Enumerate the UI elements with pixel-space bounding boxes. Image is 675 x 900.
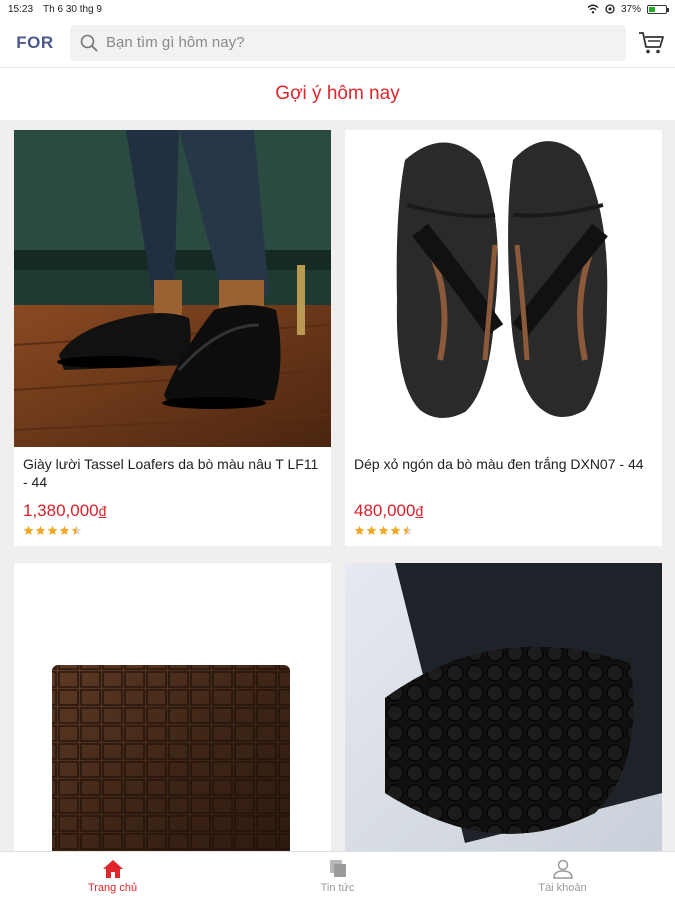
product-image-shoes[interactable] [14,130,331,447]
nav-item-home[interactable]: Trang chủ [0,852,225,900]
user-icon [552,859,573,879]
product-name: Dép xỏ ngón da bò màu đen trắng DXN07 - … [354,456,644,472]
status-bar: 15:23 Th 6 30 thg 9 37% [0,0,675,18]
section-title: Gợi ý hôm nay [0,68,675,120]
nav-label-account: Tài khoản [538,881,587,894]
star-icon [390,525,401,535]
product-card[interactable]: Dép xỏ ngón da bò màu đen trắng DXN07 - … [345,130,662,546]
nav-label-news: Tin tức [320,881,355,894]
star-icon [366,525,377,535]
product-grid: Giày lười Tassel Loafers da bò màu nâu T… [0,120,675,851]
cart-icon [638,31,664,53]
data-saver-icon [605,4,615,14]
star-icon [402,525,413,535]
nav-label-home: Trang chủ [87,881,138,894]
bottom-nav: Trang chủ Tin tức Tài khoản [0,851,675,900]
product-image-black-wallet[interactable] [345,563,662,851]
star-rating [23,525,322,536]
nav-item-news[interactable]: Tin tức [225,852,450,900]
battery-percent: 37% [620,3,641,15]
star-icon [71,525,82,535]
status-time: 15:23 [8,3,34,15]
nav-item-account[interactable]: Tài khoản [450,852,675,900]
app-header: FOR Bạn tìm gì hôm nay? [0,18,675,68]
star-icon [59,525,70,535]
status-date: Th 6 30 thg 9 [43,3,102,15]
star-icon [47,525,58,535]
search-placeholder: Bạn tìm gì hôm nay? [106,34,245,51]
product-price: 480,000đ [354,501,424,520]
star-icon [354,525,365,535]
product-card[interactable] [345,563,662,851]
star-icon [378,525,389,535]
news-icon [329,859,346,877]
brand-logo[interactable]: FOR [0,33,70,53]
product-image-brown-wallet[interactable] [14,563,331,851]
star-icon [23,525,34,535]
product-card[interactable] [14,563,331,851]
star-rating [354,525,653,536]
cart-button[interactable] [626,31,675,55]
wifi-icon [587,4,599,14]
product-image-flipflops[interactable] [345,130,662,447]
product-name: Giày lười Tassel Loafers da bò màu nâu T… [23,456,319,490]
home-icon [102,859,123,878]
battery-icon [647,4,669,14]
star-icon [35,525,46,535]
search-icon [80,34,98,51]
search-input[interactable]: Bạn tìm gì hôm nay? [70,24,626,61]
product-card[interactable]: Giày lười Tassel Loafers da bò màu nâu T… [14,130,331,546]
product-price: 1,380,000đ [23,501,107,520]
